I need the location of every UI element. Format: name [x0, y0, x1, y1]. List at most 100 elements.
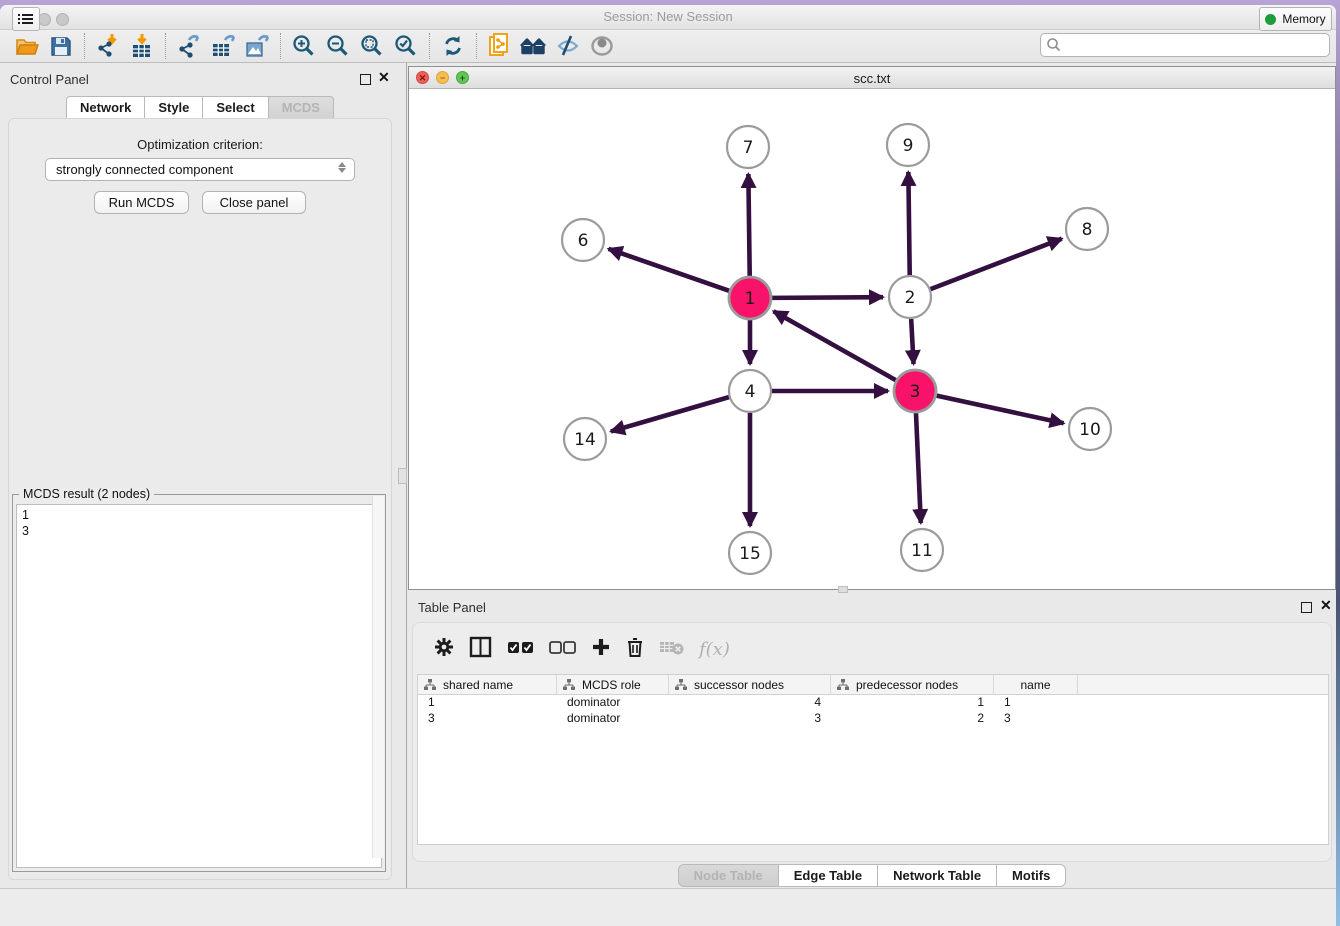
export-table-icon[interactable] [206, 32, 240, 60]
tab-network-table[interactable]: Network Table [878, 864, 997, 887]
mcds-result-group: MCDS result (2 nodes) 1 3 [12, 494, 386, 872]
zoom-fit-icon[interactable] [355, 32, 389, 60]
tab-motifs[interactable]: Motifs [997, 864, 1066, 887]
import-network-icon[interactable] [91, 32, 125, 60]
mcds-result-title: MCDS result (2 nodes) [19, 487, 154, 501]
table-panel-title: Table Panel [418, 600, 486, 615]
column-type-icon [563, 679, 575, 690]
graph-edge-1-7[interactable] [748, 174, 749, 276]
save-session-icon[interactable] [44, 32, 78, 60]
graph-edge-4-14[interactable] [611, 397, 729, 431]
column-header-name[interactable]: name [994, 675, 1078, 694]
control-panel-close-icon[interactable]: ✕ [378, 72, 390, 83]
export-image-icon[interactable] [240, 32, 274, 60]
tab-style[interactable]: Style [145, 96, 203, 118]
export-network-icon[interactable] [172, 32, 206, 60]
window-title: Session: New Session [0, 9, 1336, 24]
memory-button[interactable]: Memory [1259, 7, 1332, 31]
graph-node-label-4: 4 [745, 382, 756, 402]
function-builder-icon[interactable]: f(x) [699, 639, 730, 660]
table-row[interactable]: 1 dominator 4 1 1 [418, 695, 1328, 711]
table-settings-icon[interactable] [433, 636, 455, 663]
refresh-layout-icon[interactable] [436, 32, 470, 60]
zoom-out-icon[interactable] [321, 32, 355, 60]
graph-edge-2-3[interactable] [911, 319, 913, 364]
table-toolbar: f(x) [421, 629, 1325, 669]
memory-label: Memory [1282, 12, 1325, 26]
optimization-criterion-select[interactable]: strongly connected component [45, 158, 355, 181]
node-table: shared name MCDS role successor nodes pr… [417, 674, 1329, 845]
hide-graphics-details-icon[interactable] [551, 32, 585, 60]
graph-edge-1-6[interactable] [609, 249, 730, 291]
toolbar-separator [280, 33, 281, 59]
zoom-selected-icon[interactable] [389, 32, 423, 60]
toolbar-separator [476, 33, 477, 59]
graph-edge-2-8[interactable] [931, 239, 1062, 289]
network-view-titlebar: ✕ − + scc.txt [409, 67, 1335, 89]
graph-edge-2-9[interactable] [908, 172, 909, 275]
graph-edge-3-1[interactable] [774, 311, 896, 380]
mcds-result-scrollbar[interactable] [372, 496, 384, 858]
mcds-result-text[interactable]: 1 3 [16, 504, 382, 868]
column-layout-icon[interactable] [469, 636, 493, 663]
run-mcds-button[interactable]: Run MCDS [94, 191, 189, 214]
graph-edge-3-10[interactable] [936, 396, 1063, 424]
column-header-successor-nodes[interactable]: successor nodes [669, 675, 831, 694]
graph-node-label-9: 9 [903, 136, 914, 156]
graph-node-label-7: 7 [743, 138, 754, 158]
graph-node-label-8: 8 [1082, 220, 1093, 240]
column-header-predecessor-nodes[interactable]: predecessor nodes [831, 675, 994, 694]
search-input[interactable] [1040, 33, 1330, 57]
open-session-icon[interactable] [10, 32, 44, 60]
optimization-criterion-label: Optimization criterion: [0, 137, 400, 152]
graph-edge-1-2[interactable] [772, 297, 883, 298]
table-panel-float-icon[interactable] [1301, 602, 1312, 613]
column-header-mcds-role[interactable]: MCDS role [557, 675, 669, 694]
column-type-icon [675, 679, 687, 690]
graph-node-label-2: 2 [905, 288, 916, 308]
toolbar-separator [165, 33, 166, 59]
tab-edge-table[interactable]: Edge Table [779, 864, 878, 887]
delete-table-icon[interactable] [659, 638, 685, 661]
column-type-icon [837, 679, 849, 690]
tab-node-table[interactable]: Node Table [678, 864, 779, 887]
control-panel-title: Control Panel [10, 72, 89, 87]
zoom-in-icon[interactable] [287, 32, 321, 60]
column-type-icon [424, 679, 436, 690]
network-view-title: scc.txt [409, 71, 1335, 86]
toolbar-separator [84, 33, 85, 59]
table-row[interactable]: 3 dominator 3 2 3 [418, 711, 1328, 727]
home-icon[interactable] [517, 32, 551, 60]
search-field [1040, 33, 1330, 57]
network-canvas[interactable]: 7968124314101511 [409, 89, 1335, 590]
show-graphics-details-icon[interactable] [585, 32, 619, 60]
graph-node-label-6: 6 [578, 231, 589, 251]
graph-edge-3-11[interactable] [916, 413, 921, 523]
table-panel-close-icon[interactable]: ✕ [1320, 600, 1332, 611]
toolbar-separator [429, 33, 430, 59]
status-bar [0, 888, 1336, 926]
column-header-shared-name[interactable]: shared name [418, 675, 557, 694]
deselect-all-rows-icon[interactable] [549, 639, 577, 660]
task-history-button[interactable] [12, 7, 40, 31]
add-column-icon[interactable] [591, 637, 611, 662]
graph-node-label-3: 3 [910, 382, 921, 402]
network-overview-icon[interactable] [483, 32, 517, 60]
vertical-splitter-handle[interactable] [398, 468, 407, 484]
optimization-criterion-value: strongly connected component [56, 162, 233, 177]
close-panel-button[interactable]: Close panel [202, 191, 306, 214]
tab-select[interactable]: Select [203, 96, 268, 118]
import-table-icon[interactable] [125, 32, 159, 60]
control-panel-float-icon[interactable] [360, 74, 371, 85]
horizontal-splitter-handle[interactable] [838, 586, 848, 593]
tab-mcds[interactable]: MCDS [269, 96, 334, 118]
chevron-updown-icon [338, 162, 346, 173]
select-all-rows-icon[interactable] [507, 639, 535, 660]
node-table-header: shared name MCDS role successor nodes pr… [418, 675, 1328, 695]
graph-node-label-11: 11 [911, 541, 933, 561]
control-panel-tabs: Network Style Select MCDS [0, 96, 400, 118]
tab-network[interactable]: Network [66, 96, 145, 118]
memory-status-dot [1265, 14, 1276, 25]
delete-column-icon[interactable] [625, 636, 645, 663]
list-icon [17, 12, 35, 26]
